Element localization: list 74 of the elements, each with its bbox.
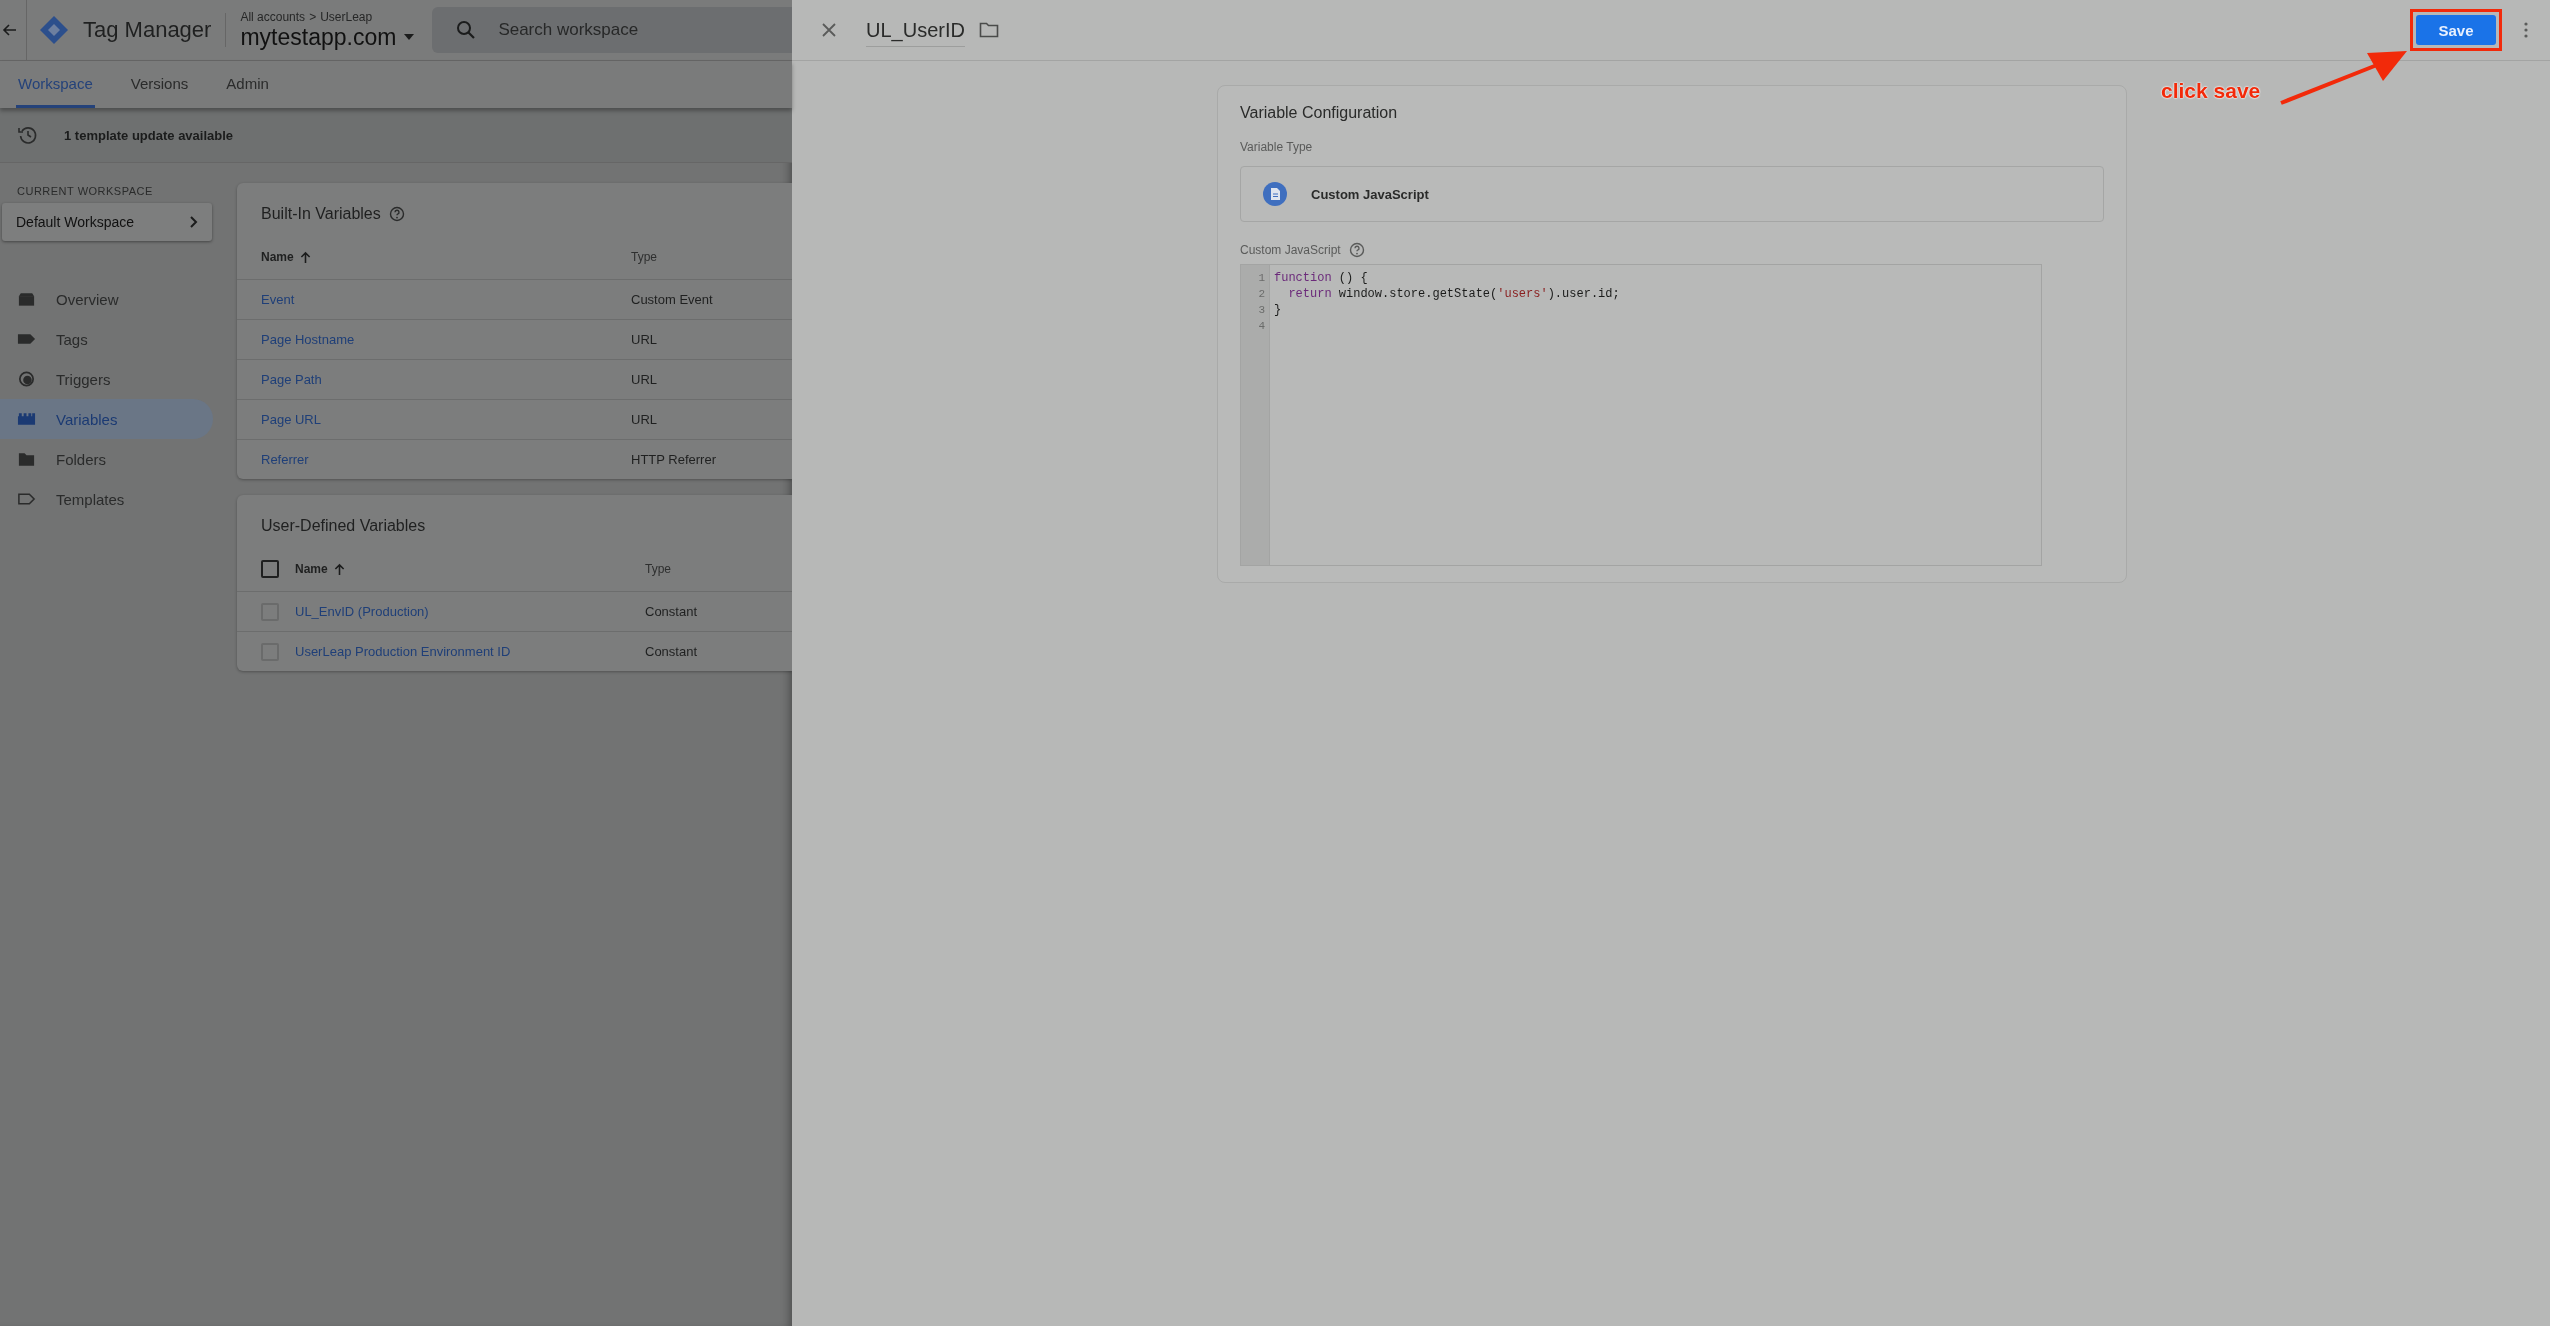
sidebar-item[interactable]: Folders [0,439,213,479]
variable-link[interactable]: UserLeap Production Environment ID [295,644,511,659]
drawer-icon [17,291,36,307]
help-icon[interactable] [1348,242,1365,258]
app-name: Tag Manager [83,17,212,43]
breadcrumb-link[interactable]: All accounts [240,9,306,24]
sidebar-item[interactable]: Tags [0,319,213,359]
tab[interactable]: Versions [128,61,191,108]
card-title: Variable Configuration [1240,104,1399,122]
table-cell: HTTP Referrer [631,452,716,467]
field-label: Variable Type [1240,140,1314,154]
table-cell: Constant [645,644,698,659]
refresh-clock-icon [18,125,38,145]
card-title: Built-In Variables [261,205,381,223]
diamond-logo-icon [39,15,69,45]
caret-icon[interactable] [404,34,415,40]
container-name[interactable]: mytestapp.com [240,23,397,51]
column-header[interactable]: Name [261,250,294,264]
code-line: return window.store.getState('users').user.id; [1288,287,1620,301]
line-number: 4 [1257,319,1266,334]
annotation-text: click save [2161,79,2261,103]
sidebar-item[interactable]: Triggers [0,359,213,399]
line-number: 1 [1257,271,1266,286]
chevron-right-icon [190,216,198,228]
code-line: function () { [1274,271,1368,285]
variable-link[interactable]: Page Hostname [261,332,355,347]
more-vert-icon[interactable] [2524,22,2528,38]
code-editor[interactable]: 1 2 3 4 function () { return window.store.getState('users').user.id; } [1240,264,2042,566]
variable-link[interactable]: UL_EnvID (Production) [295,604,429,619]
help-icon[interactable] [388,206,405,222]
variable-name-field[interactable]: UL_UserID [866,13,965,47]
variable-link[interactable]: Page URL [261,412,321,427]
search-bar[interactable]: Search workspace [432,7,792,53]
table-cell: Custom Event [631,292,713,307]
field-label: Custom JavaScript [1240,243,1341,257]
search-input[interactable]: Search workspace [496,19,792,41]
code-line: } [1274,303,1282,317]
label-outline-icon [17,491,36,507]
search-icon [456,20,477,40]
sidebar-item[interactable]: Templates [0,479,213,519]
sort-up-arrow-icon[interactable] [299,250,311,264]
breadcrumb-separator: > [309,9,317,24]
close-icon[interactable] [822,23,836,37]
table-cell: URL [631,412,657,427]
sort-up-arrow-icon[interactable] [333,562,345,576]
line-number: 3 [1257,303,1266,318]
column-header: Type [631,250,657,264]
notice-text: 1 template update available [64,127,234,143]
line-number: 2 [1257,287,1266,302]
breadcrumb-link[interactable]: UserLeap [320,9,373,24]
table-cell: Constant [645,604,698,619]
table-cell: URL [631,372,657,387]
tag-icon [17,331,36,347]
circle-target-icon [17,371,36,387]
workspace-selector[interactable]: Default Workspace [2,203,212,241]
sidebar-item[interactable]: Variables [0,399,213,439]
select-all-checkbox[interactable] [261,560,279,578]
table-cell: URL [631,332,657,347]
card-title: User-Defined Variables [261,517,426,535]
save-button[interactable]: Save [2416,15,2496,45]
column-header[interactable]: Name [295,562,328,576]
sidebar-item[interactable]: Overview [0,279,213,319]
column-header: Type [645,562,671,576]
blocks-icon [17,411,36,427]
folder-icon [17,451,36,467]
tab[interactable]: Admin [224,61,271,108]
variable-link[interactable]: Event [261,292,295,307]
document-icon [1263,182,1287,206]
back-arrow-icon[interactable] [2,22,18,38]
folder-outline-icon[interactable] [978,22,999,38]
section-label: CURRENT WORKSPACE [16,185,154,197]
variable-link[interactable]: Page Path [261,372,322,387]
variable-type-selector[interactable]: Custom JavaScript [1240,166,2104,222]
variable-link[interactable]: Referrer [261,452,309,467]
